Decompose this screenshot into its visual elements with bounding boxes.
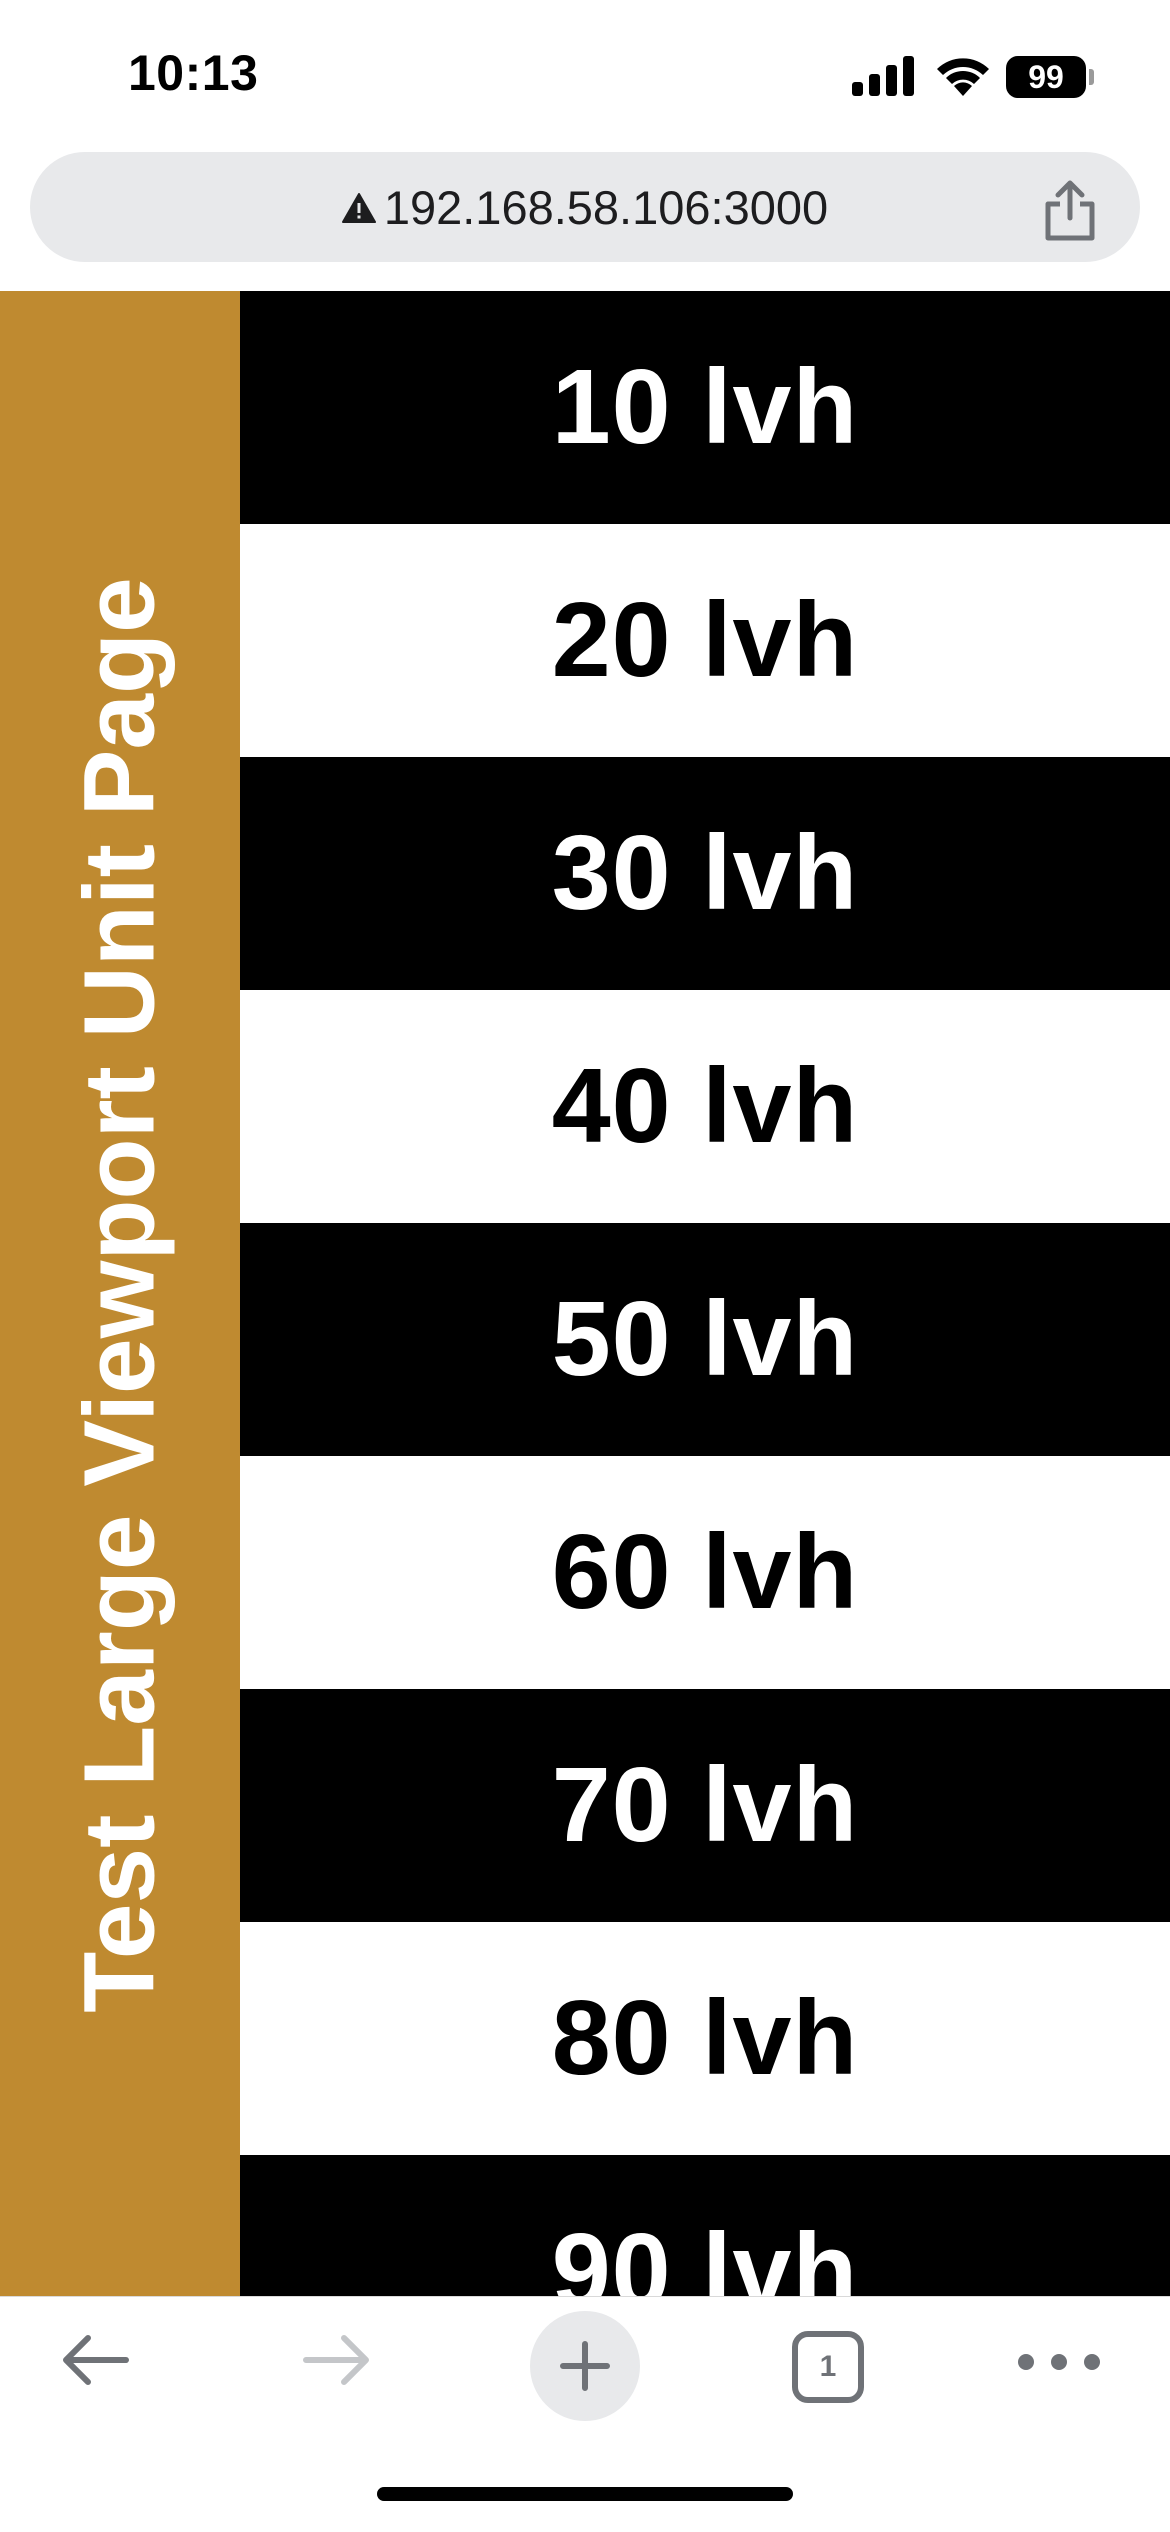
warning-icon bbox=[341, 193, 376, 223]
status-bar: 10:13 99 bbox=[0, 0, 1170, 150]
side-title: Test Large Viewport Unit Page bbox=[63, 577, 176, 2013]
battery-nub bbox=[1089, 69, 1094, 85]
band-3: 30 lvh bbox=[240, 757, 1170, 990]
battery-icon: 99 bbox=[1006, 56, 1086, 98]
band-8: 80 lvh bbox=[240, 1922, 1170, 2155]
browser-screen: 10:13 99 192.168.58.106:3000 Test Large … bbox=[0, 0, 1170, 2532]
url-bar[interactable]: 192.168.58.106:3000 bbox=[30, 152, 1140, 262]
status-time: 10:13 bbox=[128, 45, 259, 101]
plus-icon bbox=[560, 2341, 610, 2391]
new-tab-button[interactable] bbox=[530, 2311, 640, 2421]
url-text: 192.168.58.106:3000 bbox=[383, 180, 829, 234]
band-1: 10 lvh bbox=[240, 291, 1170, 524]
band-5: 50 lvh bbox=[240, 1223, 1170, 1456]
share-icon[interactable] bbox=[1040, 180, 1100, 242]
home-indicator bbox=[377, 2487, 793, 2501]
url-display[interactable]: 192.168.58.106:3000 bbox=[30, 152, 1140, 262]
side-panel: Test Large Viewport Unit Page bbox=[0, 291, 240, 2296]
band-4: 40 lvh bbox=[240, 990, 1170, 1223]
band-6: 60 lvh bbox=[240, 1456, 1170, 1689]
forward-icon[interactable] bbox=[300, 2329, 374, 2391]
tabs-icon[interactable]: 1 bbox=[792, 2331, 864, 2403]
band-2: 20 lvh bbox=[240, 524, 1170, 757]
band-7: 70 lvh bbox=[240, 1689, 1170, 1922]
wifi-icon bbox=[937, 58, 989, 96]
page-content: Test Large Viewport Unit Page 10 lvh 20 l… bbox=[0, 291, 1170, 2296]
back-icon[interactable] bbox=[58, 2329, 132, 2391]
bands-column: 10 lvh 20 lvh 30 lvh 40 lvh 50 lvh 60 lvh 70 l… bbox=[240, 291, 1170, 2296]
signal-icon bbox=[852, 56, 914, 96]
band-9: 90 lvh bbox=[240, 2155, 1170, 2296]
more-icon[interactable] bbox=[1014, 2347, 1104, 2377]
